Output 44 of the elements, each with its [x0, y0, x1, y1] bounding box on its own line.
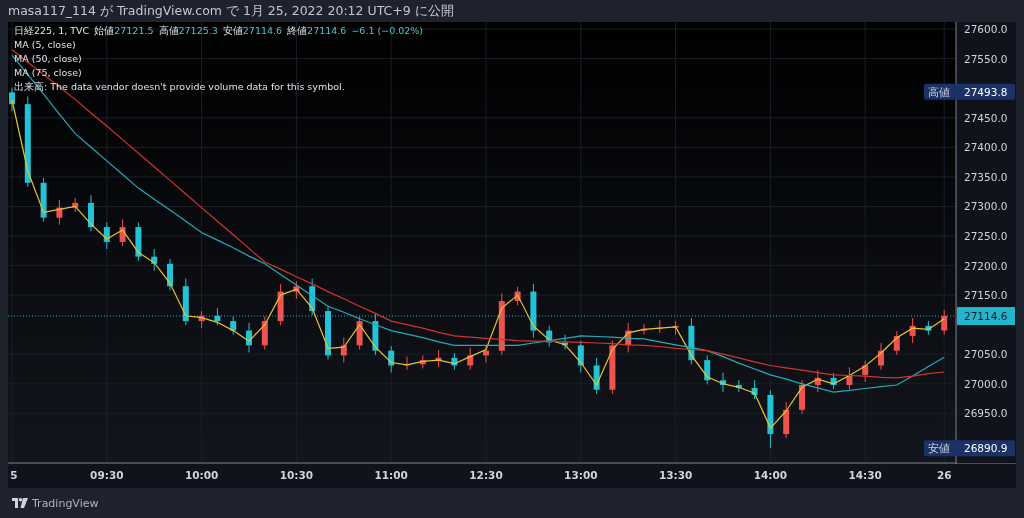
- price-axis-label: 27600.0: [964, 23, 1008, 36]
- time-axis-label: 14:00: [753, 469, 788, 481]
- time-axis-label: 14:30: [848, 469, 882, 481]
- price-axis-label: 27450.0: [964, 111, 1008, 124]
- logo-icon: [12, 498, 28, 508]
- time-axis-label: 5: [10, 469, 18, 481]
- candlestick: [103, 221, 110, 250]
- time-axis-label: 13:00: [564, 469, 598, 481]
- candlestick: [941, 309, 948, 336]
- time-axis-label: 26: [936, 469, 952, 481]
- candlestick: [230, 315, 237, 336]
- brand-name: TradingView: [32, 496, 99, 510]
- ohlc-value: 終値27114.6: [287, 24, 347, 37]
- price-axis-label: 27150.0: [964, 289, 1008, 302]
- candlestick: [704, 354, 711, 385]
- price-axis-label: 27400.0: [964, 141, 1008, 154]
- price-tag: 安値 26890.9: [924, 440, 1015, 457]
- price-axis-label: 27300.0: [964, 200, 1008, 213]
- price-axis-label: 27250.0: [964, 230, 1008, 242]
- time-axis-label: 11:00: [374, 469, 408, 481]
- time-axis-label: 09:30: [90, 469, 124, 481]
- time-axis-label: 10:30: [279, 469, 314, 481]
- price-axis-label: 27050.0: [964, 348, 1008, 361]
- price-axis-label: 27200.0: [964, 259, 1008, 272]
- price-axis-label: 26950.0: [964, 407, 1008, 420]
- price-axis-label: 27550.0: [964, 52, 1008, 65]
- time-axis-label: 12:30: [469, 469, 503, 481]
- candlestick: [862, 360, 869, 383]
- last-price-tag: 27114.6: [957, 307, 1015, 326]
- time-axis-label: 10:00: [184, 469, 219, 481]
- publish-info: masa117_114 が TradingView.com で 1月 25, 2022 20:12 UTC+9 に公開: [7, 1, 455, 20]
- price-axis-label: 27350.0: [964, 170, 1008, 183]
- ohlc-value: 安値27114.6: [222, 24, 283, 37]
- price-change: −6.1 (−0.02%): [351, 24, 424, 37]
- indicator-title: MA (5, close): [14, 38, 76, 51]
- price-axis-label: 27000.0: [964, 377, 1008, 390]
- time-axis-label: 13:30: [658, 469, 693, 481]
- ohlc-value: 高値27125.3: [158, 24, 218, 37]
- symbol-title: 日経225, 1, TVC: [14, 24, 90, 37]
- ohlc-value: 始値27121.5: [94, 24, 154, 37]
- candlestick: [893, 330, 900, 356]
- candlestick: [577, 340, 584, 374]
- candlestick: [9, 87, 15, 112]
- candlestick: [167, 258, 173, 291]
